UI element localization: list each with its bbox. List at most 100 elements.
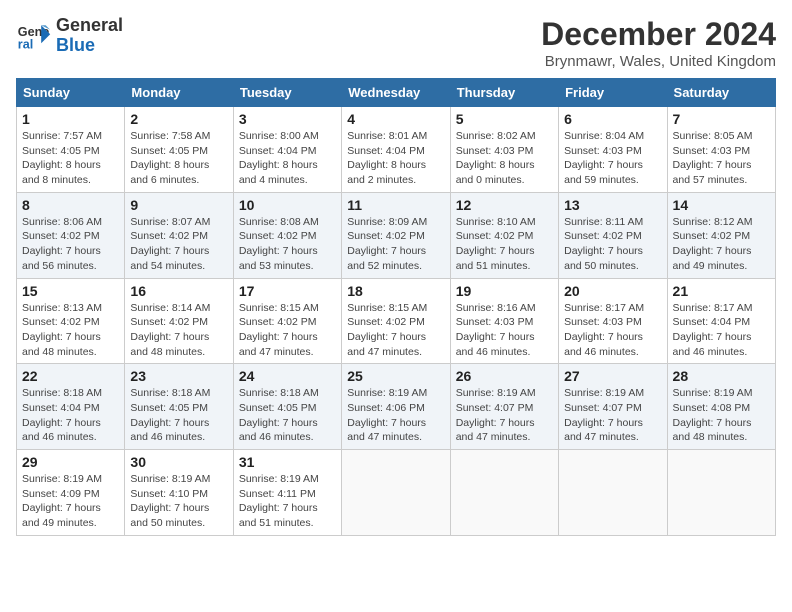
calendar-day-cell: 20 Sunrise: 8:17 AM Sunset: 4:03 PM Dayli… xyxy=(559,278,667,364)
day-detail: Sunrise: 8:09 AM Sunset: 4:02 PM Dayligh… xyxy=(347,215,444,274)
day-detail: Sunrise: 8:17 AM Sunset: 4:04 PM Dayligh… xyxy=(673,301,770,360)
logo-text: General Blue xyxy=(56,16,123,56)
day-number: 10 xyxy=(239,197,336,213)
calendar-week-row: 22 Sunrise: 8:18 AM Sunset: 4:04 PM Dayli… xyxy=(17,364,776,450)
weekday-header: Saturday xyxy=(667,79,775,107)
day-number: 14 xyxy=(673,197,770,213)
calendar-day-cell: 21 Sunrise: 8:17 AM Sunset: 4:04 PM Dayli… xyxy=(667,278,775,364)
calendar-day-cell: 8 Sunrise: 8:06 AM Sunset: 4:02 PM Daylig… xyxy=(17,192,125,278)
calendar-day-cell: 30 Sunrise: 8:19 AM Sunset: 4:10 PM Dayli… xyxy=(125,450,233,536)
weekday-header: Tuesday xyxy=(233,79,341,107)
day-detail: Sunrise: 8:16 AM Sunset: 4:03 PM Dayligh… xyxy=(456,301,553,360)
day-number: 28 xyxy=(673,368,770,384)
day-number: 4 xyxy=(347,111,444,127)
calendar-day-cell: 11Sunrise: 8:09 AM Sunset: 4:02 PM Dayli… xyxy=(342,192,450,278)
title-block: December 2024 Brynmawr, Wales, United Ki… xyxy=(541,16,776,70)
day-number: 27 xyxy=(564,368,661,384)
weekday-header: Monday xyxy=(125,79,233,107)
day-number: 24 xyxy=(239,368,336,384)
calendar-day-cell: 19 Sunrise: 8:16 AM Sunset: 4:03 PM Dayli… xyxy=(450,278,558,364)
weekday-header: Friday xyxy=(559,79,667,107)
day-detail: Sunrise: 8:19 AM Sunset: 4:06 PM Dayligh… xyxy=(347,386,444,445)
svg-text:ral: ral xyxy=(18,37,33,51)
day-detail: Sunrise: 8:19 AM Sunset: 4:10 PM Dayligh… xyxy=(130,472,227,531)
day-number: 3 xyxy=(239,111,336,127)
calendar-day-cell: 9Sunrise: 8:07 AM Sunset: 4:02 PM Daylig… xyxy=(125,192,233,278)
day-detail: Sunrise: 7:58 AM Sunset: 4:05 PM Dayligh… xyxy=(130,129,227,188)
calendar-day-cell xyxy=(559,450,667,536)
calendar-day-cell: 17Sunrise: 8:15 AM Sunset: 4:02 PM Dayli… xyxy=(233,278,341,364)
day-number: 26 xyxy=(456,368,553,384)
calendar-day-cell: 15 Sunrise: 8:13 AM Sunset: 4:02 PM Dayli… xyxy=(17,278,125,364)
day-detail: Sunrise: 8:04 AM Sunset: 4:03 PM Dayligh… xyxy=(564,129,661,188)
day-detail: Sunrise: 8:00 AM Sunset: 4:04 PM Dayligh… xyxy=(239,129,336,188)
calendar-day-cell: 12 Sunrise: 8:10 AM Sunset: 4:02 PM Dayli… xyxy=(450,192,558,278)
calendar-day-cell: 6 Sunrise: 8:04 AM Sunset: 4:03 PM Daylig… xyxy=(559,107,667,193)
day-detail: Sunrise: 8:19 AM Sunset: 4:08 PM Dayligh… xyxy=(673,386,770,445)
day-number: 20 xyxy=(564,283,661,299)
weekday-header: Sunday xyxy=(17,79,125,107)
day-detail: Sunrise: 8:11 AM Sunset: 4:02 PM Dayligh… xyxy=(564,215,661,274)
day-detail: Sunrise: 8:05 AM Sunset: 4:03 PM Dayligh… xyxy=(673,129,770,188)
day-detail: Sunrise: 8:18 AM Sunset: 4:05 PM Dayligh… xyxy=(130,386,227,445)
location: Brynmawr, Wales, United Kingdom xyxy=(541,53,776,70)
day-number: 13 xyxy=(564,197,661,213)
calendar-day-cell: 31Sunrise: 8:19 AM Sunset: 4:11 PM Dayli… xyxy=(233,450,341,536)
day-detail: Sunrise: 8:17 AM Sunset: 4:03 PM Dayligh… xyxy=(564,301,661,360)
day-number: 31 xyxy=(239,454,336,470)
calendar-day-cell: 3 Sunrise: 8:00 AM Sunset: 4:04 PM Daylig… xyxy=(233,107,341,193)
calendar-day-cell: 18Sunrise: 8:15 AM Sunset: 4:02 PM Dayli… xyxy=(342,278,450,364)
calendar-day-cell: 13 Sunrise: 8:11 AM Sunset: 4:02 PM Dayli… xyxy=(559,192,667,278)
calendar-week-row: 15 Sunrise: 8:13 AM Sunset: 4:02 PM Dayli… xyxy=(17,278,776,364)
calendar-week-row: 8 Sunrise: 8:06 AM Sunset: 4:02 PM Daylig… xyxy=(17,192,776,278)
calendar-day-cell: 22 Sunrise: 8:18 AM Sunset: 4:04 PM Dayli… xyxy=(17,364,125,450)
calendar-week-row: 1Sunrise: 7:57 AM Sunset: 4:05 PM Daylig… xyxy=(17,107,776,193)
day-detail: Sunrise: 8:18 AM Sunset: 4:04 PM Dayligh… xyxy=(22,386,119,445)
day-number: 8 xyxy=(22,197,119,213)
calendar-day-cell: 16Sunrise: 8:14 AM Sunset: 4:02 PM Dayli… xyxy=(125,278,233,364)
day-detail: Sunrise: 8:19 AM Sunset: 4:07 PM Dayligh… xyxy=(456,386,553,445)
calendar-week-row: 29 Sunrise: 8:19 AM Sunset: 4:09 PM Dayli… xyxy=(17,450,776,536)
logo-icon: Gene ral xyxy=(16,18,52,54)
calendar-day-cell: 5Sunrise: 8:02 AM Sunset: 4:03 PM Daylig… xyxy=(450,107,558,193)
day-detail: Sunrise: 8:18 AM Sunset: 4:05 PM Dayligh… xyxy=(239,386,336,445)
day-detail: Sunrise: 7:57 AM Sunset: 4:05 PM Dayligh… xyxy=(22,129,119,188)
calendar-day-cell: 10 Sunrise: 8:08 AM Sunset: 4:02 PM Dayli… xyxy=(233,192,341,278)
calendar-day-cell: 4 Sunrise: 8:01 AM Sunset: 4:04 PM Daylig… xyxy=(342,107,450,193)
calendar-day-cell xyxy=(667,450,775,536)
day-number: 17 xyxy=(239,283,336,299)
day-number: 19 xyxy=(456,283,553,299)
calendar-day-cell: 1Sunrise: 7:57 AM Sunset: 4:05 PM Daylig… xyxy=(17,107,125,193)
calendar-day-cell: 26 Sunrise: 8:19 AM Sunset: 4:07 PM Dayli… xyxy=(450,364,558,450)
calendar-header-row: SundayMondayTuesdayWednesdayThursdayFrid… xyxy=(17,79,776,107)
calendar-day-cell: 24 Sunrise: 8:18 AM Sunset: 4:05 PM Dayli… xyxy=(233,364,341,450)
calendar-day-cell: 2 Sunrise: 7:58 AM Sunset: 4:05 PM Daylig… xyxy=(125,107,233,193)
calendar-day-cell xyxy=(450,450,558,536)
calendar-table: SundayMondayTuesdayWednesdayThursdayFrid… xyxy=(16,78,776,536)
month-title: December 2024 xyxy=(541,16,776,53)
day-number: 7 xyxy=(673,111,770,127)
day-detail: Sunrise: 8:08 AM Sunset: 4:02 PM Dayligh… xyxy=(239,215,336,274)
day-number: 9 xyxy=(130,197,227,213)
day-number: 5 xyxy=(456,111,553,127)
day-number: 6 xyxy=(564,111,661,127)
calendar-day-cell: 7 Sunrise: 8:05 AM Sunset: 4:03 PM Daylig… xyxy=(667,107,775,193)
day-number: 2 xyxy=(130,111,227,127)
calendar-day-cell xyxy=(342,450,450,536)
day-detail: Sunrise: 8:10 AM Sunset: 4:02 PM Dayligh… xyxy=(456,215,553,274)
day-number: 21 xyxy=(673,283,770,299)
day-detail: Sunrise: 8:06 AM Sunset: 4:02 PM Dayligh… xyxy=(22,215,119,274)
logo: Gene ral General Blue xyxy=(16,16,123,56)
day-number: 29 xyxy=(22,454,119,470)
day-detail: Sunrise: 8:14 AM Sunset: 4:02 PM Dayligh… xyxy=(130,301,227,360)
day-number: 22 xyxy=(22,368,119,384)
day-detail: Sunrise: 8:01 AM Sunset: 4:04 PM Dayligh… xyxy=(347,129,444,188)
day-number: 30 xyxy=(130,454,227,470)
day-number: 25 xyxy=(347,368,444,384)
day-number: 12 xyxy=(456,197,553,213)
day-number: 15 xyxy=(22,283,119,299)
day-number: 18 xyxy=(347,283,444,299)
day-number: 23 xyxy=(130,368,227,384)
day-detail: Sunrise: 8:13 AM Sunset: 4:02 PM Dayligh… xyxy=(22,301,119,360)
day-detail: Sunrise: 8:19 AM Sunset: 4:09 PM Dayligh… xyxy=(22,472,119,531)
